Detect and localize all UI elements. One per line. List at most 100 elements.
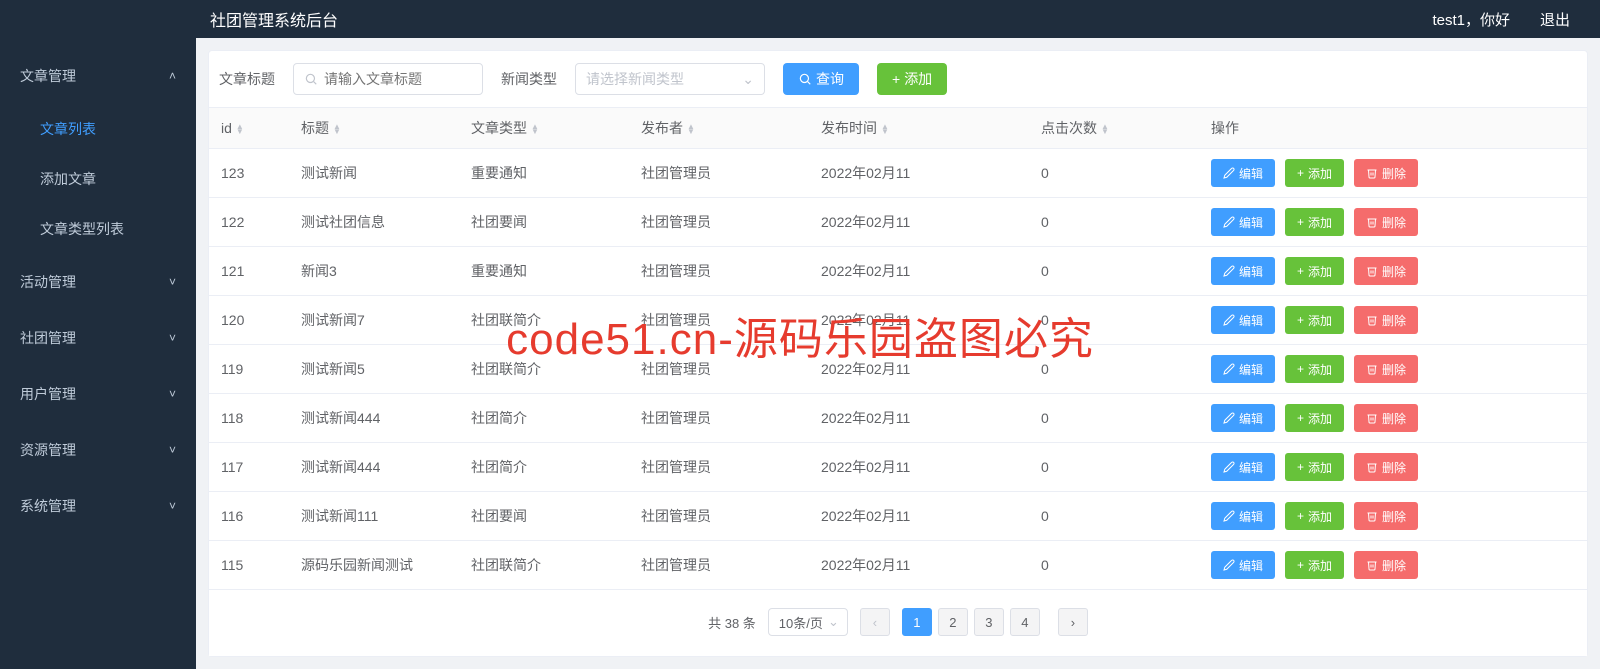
delete-button[interactable]: 删除: [1354, 306, 1418, 334]
edit-button[interactable]: 编辑: [1211, 208, 1275, 236]
filter-type-select[interactable]: 请选择新闻类型 ⌄: [575, 63, 765, 95]
menu-group[interactable]: 社团管理˅: [0, 310, 196, 366]
page-number[interactable]: 1: [902, 608, 932, 636]
sort-icon: ▲▼: [1101, 124, 1109, 134]
edit-icon: [1223, 363, 1235, 375]
row-add-button[interactable]: +添加: [1285, 453, 1344, 481]
logout-link[interactable]: 退出: [1540, 9, 1570, 30]
table-row: 121新闻3重要通知社团管理员2022年02月110编辑+添加删除: [209, 247, 1587, 296]
filter-type-placeholder: 请选择新闻类型: [586, 69, 684, 89]
plus-icon: +: [1297, 411, 1304, 425]
row-add-button[interactable]: +添加: [1285, 159, 1344, 187]
col-header-id[interactable]: id▲▼: [209, 108, 289, 149]
menu-group[interactable]: 文章管理˄: [0, 48, 196, 104]
sort-icon: ▲▼: [531, 124, 539, 134]
row-add-button[interactable]: +添加: [1285, 208, 1344, 236]
col-header-ops[interactable]: 操作: [1199, 108, 1587, 149]
filter-title-input-wrap[interactable]: [293, 63, 483, 95]
row-add-button[interactable]: +添加: [1285, 551, 1344, 579]
menu-group[interactable]: 系统管理˅: [0, 478, 196, 534]
plus-icon: +: [1297, 215, 1304, 229]
page-prev[interactable]: ‹: [860, 608, 890, 636]
cell-clicks: 0: [1029, 443, 1199, 492]
delete-button[interactable]: 删除: [1354, 159, 1418, 187]
table-scroll[interactable]: id▲▼标题▲▼文章类型▲▼发布者▲▼发布时间▲▼点击次数▲▼操作 123测试新…: [209, 107, 1587, 594]
trash-icon: [1366, 314, 1378, 326]
edit-button[interactable]: 编辑: [1211, 159, 1275, 187]
delete-button[interactable]: 删除: [1354, 404, 1418, 432]
cell-title: 测试新闻: [289, 149, 459, 198]
cell-time: 2022年02月11: [809, 149, 1029, 198]
filter-type-label: 新闻类型: [501, 69, 557, 89]
col-header-clicks[interactable]: 点击次数▲▼: [1029, 108, 1199, 149]
edit-icon: [1223, 559, 1235, 571]
cell-type: 社团简介: [459, 394, 629, 443]
plus-icon: +: [1297, 460, 1304, 474]
col-header-title[interactable]: 标题▲▼: [289, 108, 459, 149]
table-row: 117测试新闻444社团简介社团管理员2022年02月110编辑+添加删除: [209, 443, 1587, 492]
delete-button[interactable]: 删除: [1354, 355, 1418, 383]
delete-button[interactable]: 删除: [1354, 453, 1418, 481]
cell-clicks: 0: [1029, 198, 1199, 247]
user-greeting[interactable]: test1，你好: [1432, 9, 1510, 30]
row-add-button[interactable]: +添加: [1285, 355, 1344, 383]
menu-group[interactable]: 用户管理 ˅: [0, 366, 196, 422]
cell-clicks: 0: [1029, 149, 1199, 198]
menu-group[interactable]: 资源管理˅: [0, 422, 196, 478]
menu-group[interactable]: 活动管理˅: [0, 254, 196, 310]
chevron-down-icon: ˅: [169, 499, 176, 513]
plus-icon: +: [1297, 362, 1304, 376]
edit-icon: [1223, 412, 1235, 424]
col-header-type[interactable]: 文章类型▲▼: [459, 108, 629, 149]
page-number[interactable]: 4: [1010, 608, 1040, 636]
cell-clicks: 0: [1029, 345, 1199, 394]
delete-button[interactable]: 删除: [1354, 551, 1418, 579]
cell-publisher: 社团管理员: [629, 443, 809, 492]
menu-group-label: 用户管理: [20, 384, 76, 404]
page-next[interactable]: ›: [1058, 608, 1088, 636]
row-add-button[interactable]: +添加: [1285, 257, 1344, 285]
delete-button[interactable]: 删除: [1354, 502, 1418, 530]
trash-icon: [1366, 559, 1378, 571]
cell-title: 测试社团信息: [289, 198, 459, 247]
menu-sub-item[interactable]: 添加文章: [0, 154, 196, 204]
sort-icon: ▲▼: [236, 124, 244, 134]
row-add-button[interactable]: +添加: [1285, 306, 1344, 334]
edit-button[interactable]: 编辑: [1211, 404, 1275, 432]
cell-ops: 编辑 +添加删除: [1199, 198, 1587, 247]
cell-clicks: 0: [1029, 394, 1199, 443]
page-size-select[interactable]: 10条/页: [768, 608, 848, 636]
chevron-down-icon: ˅: [169, 387, 176, 401]
chevron-up-icon: ˄: [169, 69, 176, 83]
menu-sub-item[interactable]: 文章类型列表: [0, 204, 196, 254]
plus-icon: +: [1297, 558, 1304, 572]
menu-sub-item[interactable]: 文章列表: [0, 104, 196, 154]
delete-button[interactable]: 删除: [1354, 208, 1418, 236]
add-button[interactable]: + 添加: [877, 63, 947, 95]
cell-publisher: 社团管理员: [629, 345, 809, 394]
row-add-button[interactable]: +添加: [1285, 404, 1344, 432]
filter-title-input[interactable]: [324, 64, 472, 94]
col-header-publisher[interactable]: 发布者▲▼: [629, 108, 809, 149]
cell-time: 2022年02月11: [809, 492, 1029, 541]
edit-button[interactable]: 编辑: [1211, 502, 1275, 530]
cell-time: 2022年02月11: [809, 296, 1029, 345]
cell-time: 2022年02月11: [809, 247, 1029, 296]
edit-button[interactable]: 编辑: [1211, 306, 1275, 334]
cell-type: 社团要闻: [459, 492, 629, 541]
cell-title: 新闻3: [289, 247, 459, 296]
plus-icon: +: [1297, 264, 1304, 278]
delete-button[interactable]: 删除: [1354, 257, 1418, 285]
page-number[interactable]: 3: [974, 608, 1004, 636]
col-header-time[interactable]: 发布时间▲▼: [809, 108, 1029, 149]
edit-button[interactable]: 编辑: [1211, 453, 1275, 481]
edit-button[interactable]: 编辑: [1211, 355, 1275, 383]
page-number[interactable]: 2: [938, 608, 968, 636]
cell-type: 重要通知: [459, 247, 629, 296]
cell-ops: 编辑 +添加删除: [1199, 149, 1587, 198]
edit-button[interactable]: 编辑: [1211, 257, 1275, 285]
search-button[interactable]: 查询: [783, 63, 859, 95]
edit-button[interactable]: 编辑: [1211, 551, 1275, 579]
trash-icon: [1366, 167, 1378, 179]
row-add-button[interactable]: +添加: [1285, 502, 1344, 530]
